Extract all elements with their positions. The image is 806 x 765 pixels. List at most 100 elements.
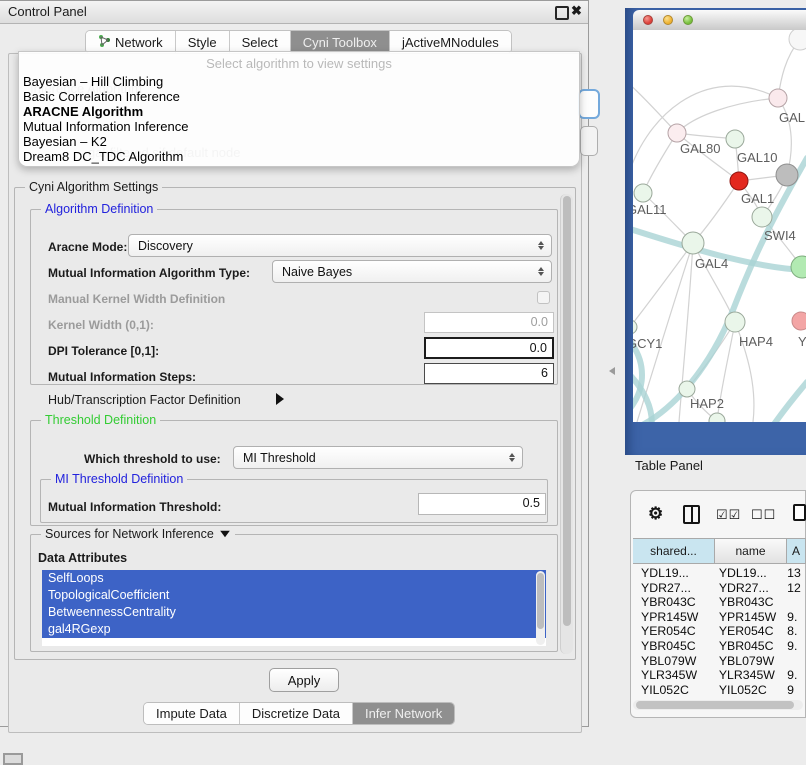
which-threshold-combo[interactable]: MI Threshold [233, 446, 523, 469]
tab-style[interactable]: Style [176, 31, 230, 53]
attribute-item-gal4rgexp[interactable]: gal4RGexp [42, 621, 546, 638]
settings-scrollbar[interactable] [560, 194, 573, 654]
graph-node-label: GAL [779, 110, 805, 125]
graph-node-gal11[interactable] [634, 184, 652, 202]
tab-cyni-toolbox[interactable]: Cyni Toolbox [291, 31, 390, 53]
dropdown-item-mutual-information-inference[interactable]: Mutual Information Inference [23, 120, 575, 135]
dropdown-item-aracne-algorithm[interactable]: ARACNE Algorithm [23, 105, 575, 120]
close-icon[interactable]: ✖ [571, 3, 582, 19]
attribute-item-betweennesscentrality[interactable]: BetweennessCentrality [42, 604, 546, 621]
kernel-width-label: Kernel Width (0,1): [48, 318, 154, 332]
float-window-icon[interactable] [555, 6, 569, 20]
table-row[interactable]: YBR045CYBR045C9. [633, 639, 806, 654]
graph-node[interactable] [709, 413, 725, 422]
table-row[interactable]: YER054CYER054C8. [633, 624, 806, 639]
dropdown-item-basic-correlation-inference[interactable]: Basic Correlation Inference [23, 90, 575, 105]
graph-node-label: GAL1 [741, 191, 774, 206]
table-hscrollbar[interactable] [633, 700, 803, 710]
graph-node-gal4[interactable] [682, 232, 704, 254]
graph-node-gal10[interactable] [726, 130, 744, 148]
table-cell: YIL052C [711, 683, 781, 697]
combo-fragment[interactable] [580, 126, 598, 156]
minimize-traffic-light[interactable] [663, 15, 673, 25]
graph-edge[interactable] [633, 243, 693, 327]
mi-type-label: Mutual Information Algorithm Type: [48, 266, 250, 280]
graph-node-gcy1[interactable] [633, 320, 637, 334]
graph-node-label: GAL4 [695, 256, 728, 271]
attributes-scrollbar-thumb[interactable] [537, 573, 544, 629]
expand-arrow-icon[interactable] [276, 393, 284, 405]
tab-select[interactable]: Select [230, 31, 291, 53]
settings-scrollbar-thumb[interactable] [563, 196, 571, 626]
dpi-tolerance-field[interactable]: 0.0 [424, 337, 554, 359]
mi-threshold-field[interactable]: 0.5 [418, 493, 546, 515]
sources-group-title-wrap: Sources for Network Inference [41, 527, 235, 541]
graph-node-gal1[interactable] [730, 172, 748, 190]
tab-jactivemnodules[interactable]: jActiveMNodules [390, 31, 511, 53]
graph-node-swi4[interactable] [752, 207, 772, 227]
kernel-width-field[interactable]: 0.0 [424, 312, 554, 333]
table-row[interactable]: YBL079WYBL079W [633, 654, 806, 669]
network-canvas[interactable]: GALGAL80GAL10GAL1GAL11SWI4GAL4GCY1HAP4YH… [633, 30, 806, 422]
graph-node-gal80[interactable] [668, 124, 686, 142]
graph-node[interactable] [789, 30, 806, 50]
minimized-panel-icon[interactable] [3, 753, 23, 765]
graph-node-label: HAP2 [690, 396, 724, 411]
unchecked-columns-icon[interactable]: ☐☐ [751, 507, 776, 523]
graph-node-hap4[interactable] [725, 312, 745, 332]
mi-type-value: Naive Bayes [273, 265, 534, 279]
apply-button[interactable]: Apply [269, 668, 339, 692]
mi-type-combo[interactable]: Naive Bayes [272, 260, 552, 283]
graph-edge[interactable] [643, 133, 677, 193]
table-cell: 12 [781, 581, 806, 596]
splitter-collapse-arrow[interactable] [609, 367, 615, 375]
table-row[interactable]: YDR27...YDR27...12 [633, 581, 806, 596]
graph-node-hap2[interactable] [679, 381, 695, 397]
document-icon[interactable] [793, 504, 806, 521]
table-row[interactable]: YBR043CYBR043C [633, 595, 806, 610]
table-cell: YDL19... [633, 566, 711, 581]
table-row[interactable]: YLR345WYLR345W9. [633, 668, 806, 683]
dropdown-item-bayesian-k2[interactable]: Bayesian – K2 [23, 135, 575, 150]
which-threshold-label: Which threshold to use: [84, 452, 221, 466]
column-header-a[interactable]: A [787, 538, 806, 564]
table-cell: YBL079W [711, 654, 781, 669]
gear-icon[interactable]: ⚙ [648, 504, 663, 524]
table-hscrollbar-thumb[interactable] [636, 701, 794, 709]
network-window-titlebar[interactable] [633, 10, 806, 31]
bottom-tab-impute-data[interactable]: Impute Data [144, 703, 240, 724]
graph-node-y[interactable] [792, 312, 806, 330]
dropdown-item-dream8-dc-tdc-algorithm[interactable]: Dream8 DC_TDC Algorithm [23, 150, 575, 165]
checked-columns-icon[interactable]: ☑☑ [716, 507, 741, 523]
split-columns-icon[interactable] [683, 505, 700, 524]
table-row[interactable]: YDL19...YDL19...13 [633, 566, 806, 581]
attribute-item-selfloops[interactable]: SelfLoops [42, 570, 546, 587]
mi-steps-field[interactable]: 6 [424, 363, 554, 384]
table-row[interactable]: YPR145WYPR145W9. [633, 610, 806, 625]
dropdown-prompt: Select algorithm to view settings [19, 56, 579, 71]
tab-network[interactable]: Network [86, 31, 176, 53]
column-header-name[interactable]: name [715, 538, 787, 564]
bottom-tab-discretize-data[interactable]: Discretize Data [240, 703, 353, 724]
graph-edge[interactable] [693, 181, 739, 243]
focused-combo-fragment[interactable] [578, 89, 600, 119]
close-traffic-light[interactable] [643, 15, 653, 25]
aracne-mode-combo[interactable]: Discovery [128, 234, 552, 257]
graph-node-gal[interactable] [769, 89, 787, 107]
graph-edge[interactable] [677, 98, 778, 133]
attributes-scrollbar[interactable] [536, 571, 545, 645]
bottom-tab-infer-network[interactable]: Infer Network [353, 703, 454, 724]
hub-tf-definition-label: Hub/Transcription Factor Definition [48, 393, 241, 407]
graph-node[interactable] [776, 164, 798, 186]
column-header-shared[interactable]: shared... [633, 538, 715, 564]
graph-edge[interactable] [757, 382, 806, 422]
dropdown-item-bayesian-hill-climbing[interactable]: Bayesian – Hill Climbing [23, 75, 575, 90]
table-row[interactable]: YIL052CYIL052C9 [633, 683, 806, 697]
zoom-traffic-light[interactable] [683, 15, 693, 25]
graph-node-label: GCY1 [633, 336, 662, 351]
attribute-item-topologicalcoefficient[interactable]: TopologicalCoefficient [42, 587, 546, 604]
graph-edge[interactable] [633, 158, 806, 422]
collapse-arrow-icon[interactable] [220, 531, 230, 537]
graph-node[interactable] [791, 256, 806, 278]
manual-kernel-checkbox[interactable] [537, 291, 550, 304]
